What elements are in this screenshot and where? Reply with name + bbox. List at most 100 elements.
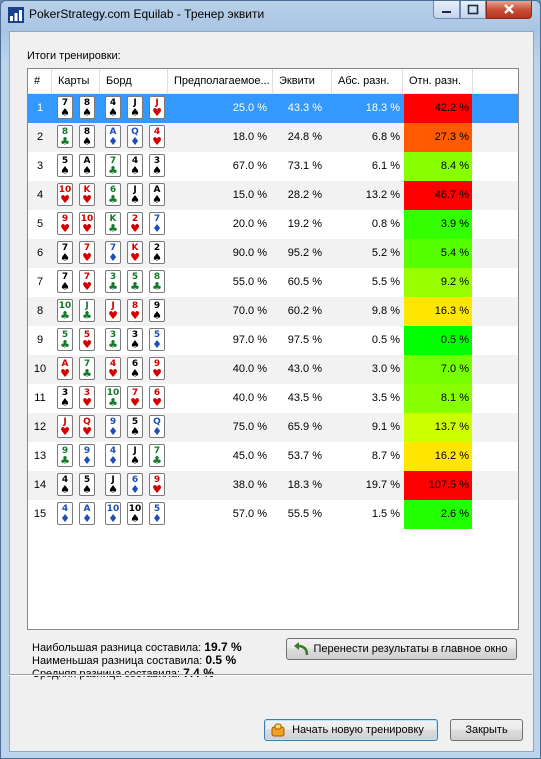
column-header-rel-diff[interactable]: Отн. разн. bbox=[403, 69, 473, 93]
hearts-suit-icon: ♥ bbox=[60, 367, 70, 380]
abs-difference: 3.0 % bbox=[371, 363, 400, 375]
spades-suit-icon: ♠ bbox=[108, 483, 118, 496]
column-header-cards[interactable]: Карты bbox=[52, 69, 100, 93]
playing-card: 8 ♠ bbox=[79, 96, 95, 119]
new-training-label: Начать новую тренировку bbox=[292, 724, 424, 736]
playing-card: 4 ♠ bbox=[57, 473, 73, 496]
table-row[interactable]: 7 7 ♠ 7 ♥ 3 ♣ 5 ♣ 8 ♣ 55.0 % 60.5 % 5.5 % 9.2 % bbox=[28, 268, 518, 297]
diamonds-suit-icon: ♦ bbox=[82, 512, 92, 525]
hearts-suit-icon: ♥ bbox=[130, 222, 140, 235]
table-row[interactable]: 15 4 ♦ A ♦ 10 ♦ 10 ♠ 5 ♦ 57.0 % 55.5 % 1.5 % 2.6 % bbox=[28, 500, 518, 529]
diamonds-suit-icon: ♦ bbox=[108, 454, 118, 467]
playing-card: 4 ♥ bbox=[149, 125, 165, 148]
hearts-suit-icon: ♥ bbox=[152, 483, 162, 496]
playing-card: Q ♦ bbox=[127, 125, 143, 148]
board-cards: 4 ♥ 6 ♠ 9 ♥ bbox=[104, 355, 170, 384]
table-row[interactable]: 13 9 ♣ 9 ♦ 4 ♦ J ♠ 7 ♣ 45.0 % 53.7 % 8.7 % 16.2 % bbox=[28, 442, 518, 471]
hole-cards: 7 ♠ 7 ♥ bbox=[56, 268, 100, 297]
hearts-suit-icon: ♥ bbox=[130, 251, 140, 264]
table-row[interactable]: 12 J ♥ Q ♥ 9 ♦ 5 ♠ Q ♦ 75.0 % 65.9 % 9.1 % 13.7 % bbox=[28, 413, 518, 442]
board-cards: 4 ♦ J ♠ 7 ♣ bbox=[104, 442, 170, 471]
spades-suit-icon: ♠ bbox=[60, 251, 70, 264]
separator bbox=[9, 674, 532, 676]
row-number: 10 bbox=[33, 363, 47, 375]
playing-card: 8 ♠ bbox=[79, 125, 95, 148]
minimize-button[interactable] bbox=[433, 1, 460, 19]
results-list[interactable]: # Карты Борд Предполагаемое... Эквити Аб… bbox=[27, 68, 519, 630]
clubs-suit-icon: ♣ bbox=[130, 280, 140, 293]
maximize-button[interactable] bbox=[460, 1, 486, 19]
diamonds-suit-icon: ♦ bbox=[130, 135, 140, 148]
column-header-equity[interactable]: Эквити bbox=[273, 69, 332, 93]
rel-difference: 2.6 % bbox=[404, 500, 472, 529]
column-header-number[interactable]: # bbox=[28, 69, 52, 93]
diamonds-suit-icon: ♦ bbox=[108, 425, 118, 438]
playing-card: 2 ♥ bbox=[127, 212, 143, 235]
transfer-results-button[interactable]: Перенести результаты в главное окно bbox=[286, 638, 517, 660]
hearts-suit-icon: ♥ bbox=[82, 251, 92, 264]
playing-card: J ♣ bbox=[79, 299, 95, 322]
table-row[interactable]: 5 9 ♥ 10 ♥ K ♣ 2 ♥ 7 ♦ 20.0 % 19.2 % 0.8 % 3.9 % bbox=[28, 210, 518, 239]
diamonds-suit-icon: ♦ bbox=[152, 338, 162, 351]
title-bar[interactable]: PokerStrategy.com Equilab - Тренер эквит… bbox=[1, 1, 540, 29]
hole-cards: 9 ♥ 10 ♥ bbox=[56, 210, 100, 239]
table-row[interactable]: 14 4 ♠ 5 ♠ J ♠ 6 ♦ 9 ♥ 38.0 % 18.3 % 19.7 % 107.5 % bbox=[28, 471, 518, 500]
playing-card: 3 ♠ bbox=[127, 328, 143, 351]
playing-card: 7 ♥ bbox=[127, 386, 143, 409]
playing-card: 2 ♠ bbox=[149, 241, 165, 264]
board-cards: J ♥ 8 ♥ 9 ♠ bbox=[104, 297, 170, 326]
spades-suit-icon: ♠ bbox=[60, 483, 70, 496]
hearts-suit-icon: ♥ bbox=[152, 367, 162, 380]
clubs-suit-icon: ♣ bbox=[108, 222, 118, 235]
playing-card: 3 ♣ bbox=[105, 328, 121, 351]
expected-equity: 70.0 % bbox=[232, 305, 267, 317]
board-cards: 10 ♦ 10 ♠ 5 ♦ bbox=[104, 500, 170, 529]
spades-suit-icon: ♠ bbox=[82, 135, 92, 148]
column-header-expected[interactable]: Предполагаемое... bbox=[168, 69, 273, 93]
rel-difference: 42.2 % bbox=[404, 94, 472, 123]
clubs-suit-icon: ♣ bbox=[82, 367, 92, 380]
table-row[interactable]: 2 8 ♣ 8 ♠ A ♦ Q ♦ 4 ♥ 18.0 % 24.8 % 6.8 % 27.3 % bbox=[28, 123, 518, 152]
list-header: # Карты Борд Предполагаемое... Эквити Аб… bbox=[28, 69, 518, 94]
close-icon bbox=[504, 4, 514, 14]
actual-equity: 73.1 % bbox=[287, 160, 322, 172]
playing-card: J ♠ bbox=[105, 473, 121, 496]
playing-card: 9 ♦ bbox=[79, 444, 95, 467]
table-row[interactable]: 3 5 ♠ A ♠ 7 ♣ 4 ♠ 3 ♠ 67.0 % 73.1 % 6.1 % 8.4 % bbox=[28, 152, 518, 181]
row-number: 8 bbox=[36, 305, 44, 317]
playing-card: 3 ♠ bbox=[57, 386, 73, 409]
column-header-abs-diff[interactable]: Абс. разн. bbox=[332, 69, 403, 93]
expected-equity: 15.0 % bbox=[232, 189, 267, 201]
row-number: 7 bbox=[36, 276, 44, 288]
table-row[interactable]: 4 10 ♥ K ♥ 6 ♣ J ♠ A ♠ 15.0 % 28.2 % 13.2 % 46.7 % bbox=[28, 181, 518, 210]
rel-difference: 13.7 % bbox=[404, 413, 472, 442]
playing-card: 9 ♥ bbox=[57, 212, 73, 235]
close-button[interactable]: Закрыть bbox=[450, 719, 523, 741]
playing-card: 7 ♠ bbox=[57, 270, 73, 293]
new-training-button[interactable]: Начать новую тренировку bbox=[264, 719, 438, 741]
playing-card: 4 ♥ bbox=[105, 357, 121, 380]
playing-card: 8 ♣ bbox=[57, 125, 73, 148]
table-row[interactable]: 1 7 ♠ 8 ♠ 4 ♠ J ♠ J ♥ 25.0 % 43.3 % 18.3 % 42.2 % bbox=[28, 94, 518, 123]
hearts-suit-icon: ♥ bbox=[152, 135, 162, 148]
expected-equity: 25.0 % bbox=[232, 102, 267, 114]
clubs-suit-icon: ♣ bbox=[60, 309, 70, 322]
clubs-suit-icon: ♣ bbox=[60, 454, 70, 467]
playing-card: 5 ♦ bbox=[149, 502, 165, 525]
table-row[interactable]: 10 A ♥ 7 ♣ 4 ♥ 6 ♠ 9 ♥ 40.0 % 43.0 % 3.0 % 7.0 % bbox=[28, 355, 518, 384]
table-row[interactable]: 11 3 ♠ 3 ♥ 10 ♣ 7 ♥ 6 ♥ 40.0 % 43.5 % 3.5 % 8.1 % bbox=[28, 384, 518, 413]
playing-card: 5 ♠ bbox=[57, 154, 73, 177]
board-cards: K ♣ 2 ♥ 7 ♦ bbox=[104, 210, 170, 239]
close-window-button[interactable] bbox=[486, 1, 532, 19]
playing-card: 4 ♦ bbox=[105, 444, 121, 467]
table-row[interactable]: 6 7 ♠ 7 ♥ 7 ♦ K ♥ 2 ♠ 90.0 % 95.2 % 5.2 % 5.4 % bbox=[28, 239, 518, 268]
playing-card: 9 ♥ bbox=[149, 473, 165, 496]
board-cards: 7 ♦ K ♥ 2 ♠ bbox=[104, 239, 170, 268]
table-row[interactable]: 9 5 ♣ 5 ♥ 3 ♣ 3 ♠ 5 ♦ 97.0 % 97.5 % 0.5 % 0.5 % bbox=[28, 326, 518, 355]
table-row[interactable]: 8 10 ♣ J ♣ J ♥ 8 ♥ 9 ♠ 70.0 % 60.2 % 9.8 % 16.3 % bbox=[28, 297, 518, 326]
abs-difference: 13.2 % bbox=[365, 189, 400, 201]
column-header-board[interactable]: Борд bbox=[100, 69, 168, 93]
diamonds-suit-icon: ♦ bbox=[108, 135, 118, 148]
actual-equity: 43.0 % bbox=[287, 363, 322, 375]
spades-suit-icon: ♠ bbox=[152, 193, 162, 206]
